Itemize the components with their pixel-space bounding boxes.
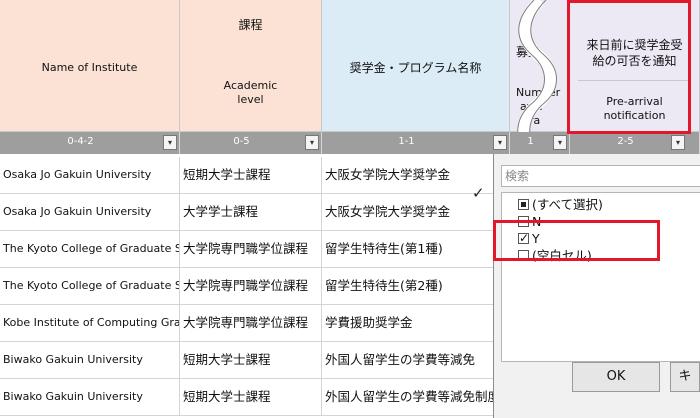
highlight-filter-y-option [493,220,660,261]
filter-search-input[interactable]: 検索 [501,165,700,187]
code-recruit: 1 [527,136,534,147]
cell-scholarship[interactable]: 留学生特待生(第2種) [322,268,510,304]
cell-institute[interactable]: The Kyoto College of Graduate S [0,268,180,304]
code-course: 0-5 [233,136,250,147]
filter-bar-scholarship: 1-1 ▾ [322,132,510,154]
header-course-en-1: Academic [223,79,278,92]
filter-item-select-all[interactable]: (すべて選択) [518,197,603,213]
cell-course[interactable]: 大学院専門職学位課程 [180,305,322,341]
cell-course[interactable]: 大学学士課程 [180,194,322,230]
highlight-pre-arrival-header [567,0,691,134]
filter-dropdown-recruit[interactable]: ▾ [553,135,567,150]
code-pre-arrival: 2-5 [617,136,634,147]
cell-institute[interactable]: Osaka Jo Gakuin University [0,157,180,193]
cell-scholarship[interactable]: 学費援助奨学金 [322,305,510,341]
cell-course[interactable]: 大学院専門職学位課程 [180,268,322,304]
filter-bar-institute: 0-4-2 ▾ [0,132,180,154]
filter-bar-pre-arrival: 2-5 ▾ [570,132,700,154]
ok-button[interactable]: OK [572,362,660,392]
code-scholarship: 1-1 [398,136,415,147]
check-mark-icon: ✓ [472,184,485,202]
filter-dropdown-course[interactable]: ▾ [305,135,319,150]
filter-bar-course: 0-5 ▾ [180,132,322,154]
cell-institute[interactable]: Kobe Institute of Computing Grad [0,305,180,341]
filter-item-label: (すべて選択) [532,197,603,212]
filter-dropdown-pre-arrival[interactable]: ▾ [671,135,685,150]
code-institute: 0-4-2 [67,136,94,147]
cancel-button[interactable]: キ [670,362,700,392]
cell-scholarship[interactable]: 外国人留学生の学費等減免 [322,342,510,378]
filter-value-list[interactable]: (すべて選択) N Y (空白セル) [501,192,700,362]
cell-course[interactable]: 短期大学士課程 [180,379,322,415]
filter-dropdown-scholarship[interactable]: ▾ [493,135,507,150]
cell-course[interactable]: 大学院専門職学位課程 [180,231,322,267]
filter-dropdown-institute[interactable]: ▾ [163,135,177,150]
cell-institute[interactable]: Biwako Gakuin University [0,342,180,378]
cell-scholarship[interactable]: 留学生特待生(第1種) [322,231,510,267]
header-course-jp: 課程 [238,18,263,32]
header-scholarship: 奨学金・プログラム名称 [322,0,510,132]
cell-institute[interactable]: The Kyoto College of Graduate S [0,231,180,267]
header-course-en-2: level [237,93,264,106]
header-course: 課程 Academic level [180,0,322,132]
cell-institute[interactable]: Osaka Jo Gakuin University [0,194,180,230]
filter-bar-recruit: 1 ▾ [510,132,570,154]
checkbox-partial-icon[interactable] [518,199,529,210]
header-institute-label: Name of Institute [41,61,138,74]
header-institute: Name of Institute [0,0,180,132]
cell-institute[interactable]: Biwako Gakuin University [0,379,180,415]
cell-scholarship[interactable]: 外国人留学生の学費等減免制度 [322,379,510,415]
cell-course[interactable]: 短期大学士課程 [180,157,322,193]
cell-course[interactable]: 短期大学士課程 [180,342,322,378]
header-scholarship-jp: 奨学金・プログラム名称 [349,61,482,75]
